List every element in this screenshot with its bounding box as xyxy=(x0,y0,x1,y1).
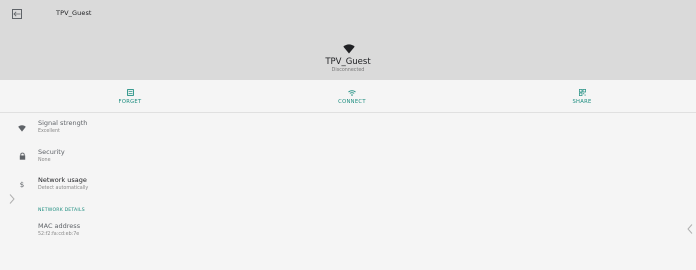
forget-button[interactable]: FORGET xyxy=(90,80,170,113)
dollar-icon: $ xyxy=(19,181,25,189)
lock-icon xyxy=(17,151,27,161)
connect-button[interactable]: CONNECT xyxy=(312,80,392,113)
connection-status: Disconnected xyxy=(331,68,365,73)
signal-strength-value: Excellent xyxy=(38,129,60,134)
network-usage-value: Detect automatically xyxy=(38,186,89,191)
security-value: None xyxy=(38,158,51,163)
top-app-bar: TPV_Guest xyxy=(0,0,696,28)
network-header: TPV_Guest Disconnected xyxy=(0,28,696,80)
signal-strength-row[interactable]: Signal strength Excellent xyxy=(0,117,696,143)
back-arrow-icon[interactable] xyxy=(12,9,22,19)
mac-address-value: 52:f2:fa:cd:eb:7e xyxy=(38,232,80,237)
network-details-header: NETWORK DETAILS xyxy=(38,208,85,213)
share-button[interactable]: SHARE xyxy=(542,80,622,113)
mac-address-row[interactable]: MAC address 52:f2:fa:cd:eb:7e xyxy=(0,220,696,246)
action-bar: FORGET CONNECT SHARE xyxy=(0,80,696,113)
network-usage-row[interactable]: $ Network usage Detect automatically xyxy=(0,174,696,200)
security-title: Security xyxy=(38,148,65,156)
signal-strength-title: Signal strength xyxy=(38,119,88,127)
wifi-icon xyxy=(343,39,355,54)
wifi-icon xyxy=(348,89,356,97)
chevron-left-icon[interactable] xyxy=(686,220,694,234)
share-label: SHARE xyxy=(572,98,592,105)
forget-icon xyxy=(126,89,134,97)
page-title: TPV_Guest xyxy=(56,9,92,17)
wifi-icon xyxy=(17,123,27,133)
network-name: TPV_Guest xyxy=(325,57,371,67)
qr-code-icon xyxy=(578,89,586,97)
connect-label: CONNECT xyxy=(338,98,366,105)
security-row[interactable]: Security None xyxy=(0,146,696,172)
network-usage-title: Network usage xyxy=(38,176,87,184)
mac-address-title: MAC address xyxy=(38,222,81,230)
chevron-right-icon[interactable] xyxy=(8,190,16,204)
forget-label: FORGET xyxy=(118,98,142,105)
